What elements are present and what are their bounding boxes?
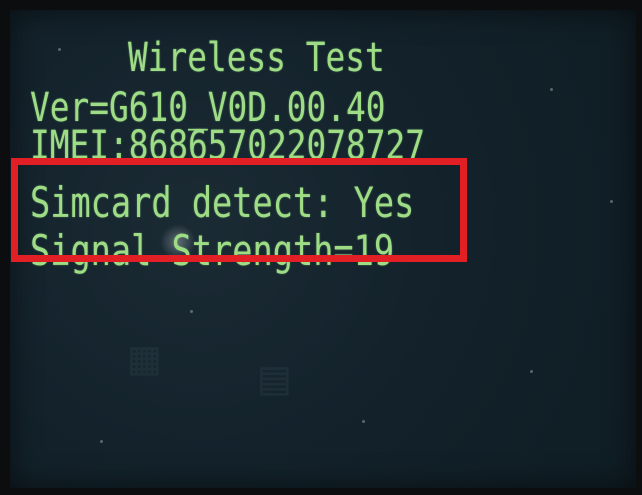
background-ghost-mark: ▦: [130, 330, 159, 386]
signal-strength-line: Signal Strength=19: [30, 226, 395, 275]
dust-speck: [100, 440, 103, 443]
dust-speck: [550, 88, 553, 91]
lcd-screen: ▦ ▤ Wireless Test Ver=G610_V0D.00.40 IME…: [10, 10, 636, 488]
dust-speck: [362, 420, 365, 423]
dust-speck: [58, 48, 61, 51]
device-frame: ▦ ▤ Wireless Test Ver=G610_V0D.00.40 IME…: [0, 0, 642, 495]
simcard-detect-line: Simcard detect: Yes: [30, 178, 415, 227]
dust-speck: [190, 310, 193, 313]
dust-speck: [610, 200, 613, 203]
background-ghost-mark: ▤: [260, 350, 289, 406]
dust-speck: [530, 370, 533, 373]
screen-title: Wireless Test: [128, 35, 385, 81]
version-line: Ver=G610_V0D.00.40: [30, 85, 386, 131]
imei-line: IMEI:868657022078727: [30, 123, 425, 169]
